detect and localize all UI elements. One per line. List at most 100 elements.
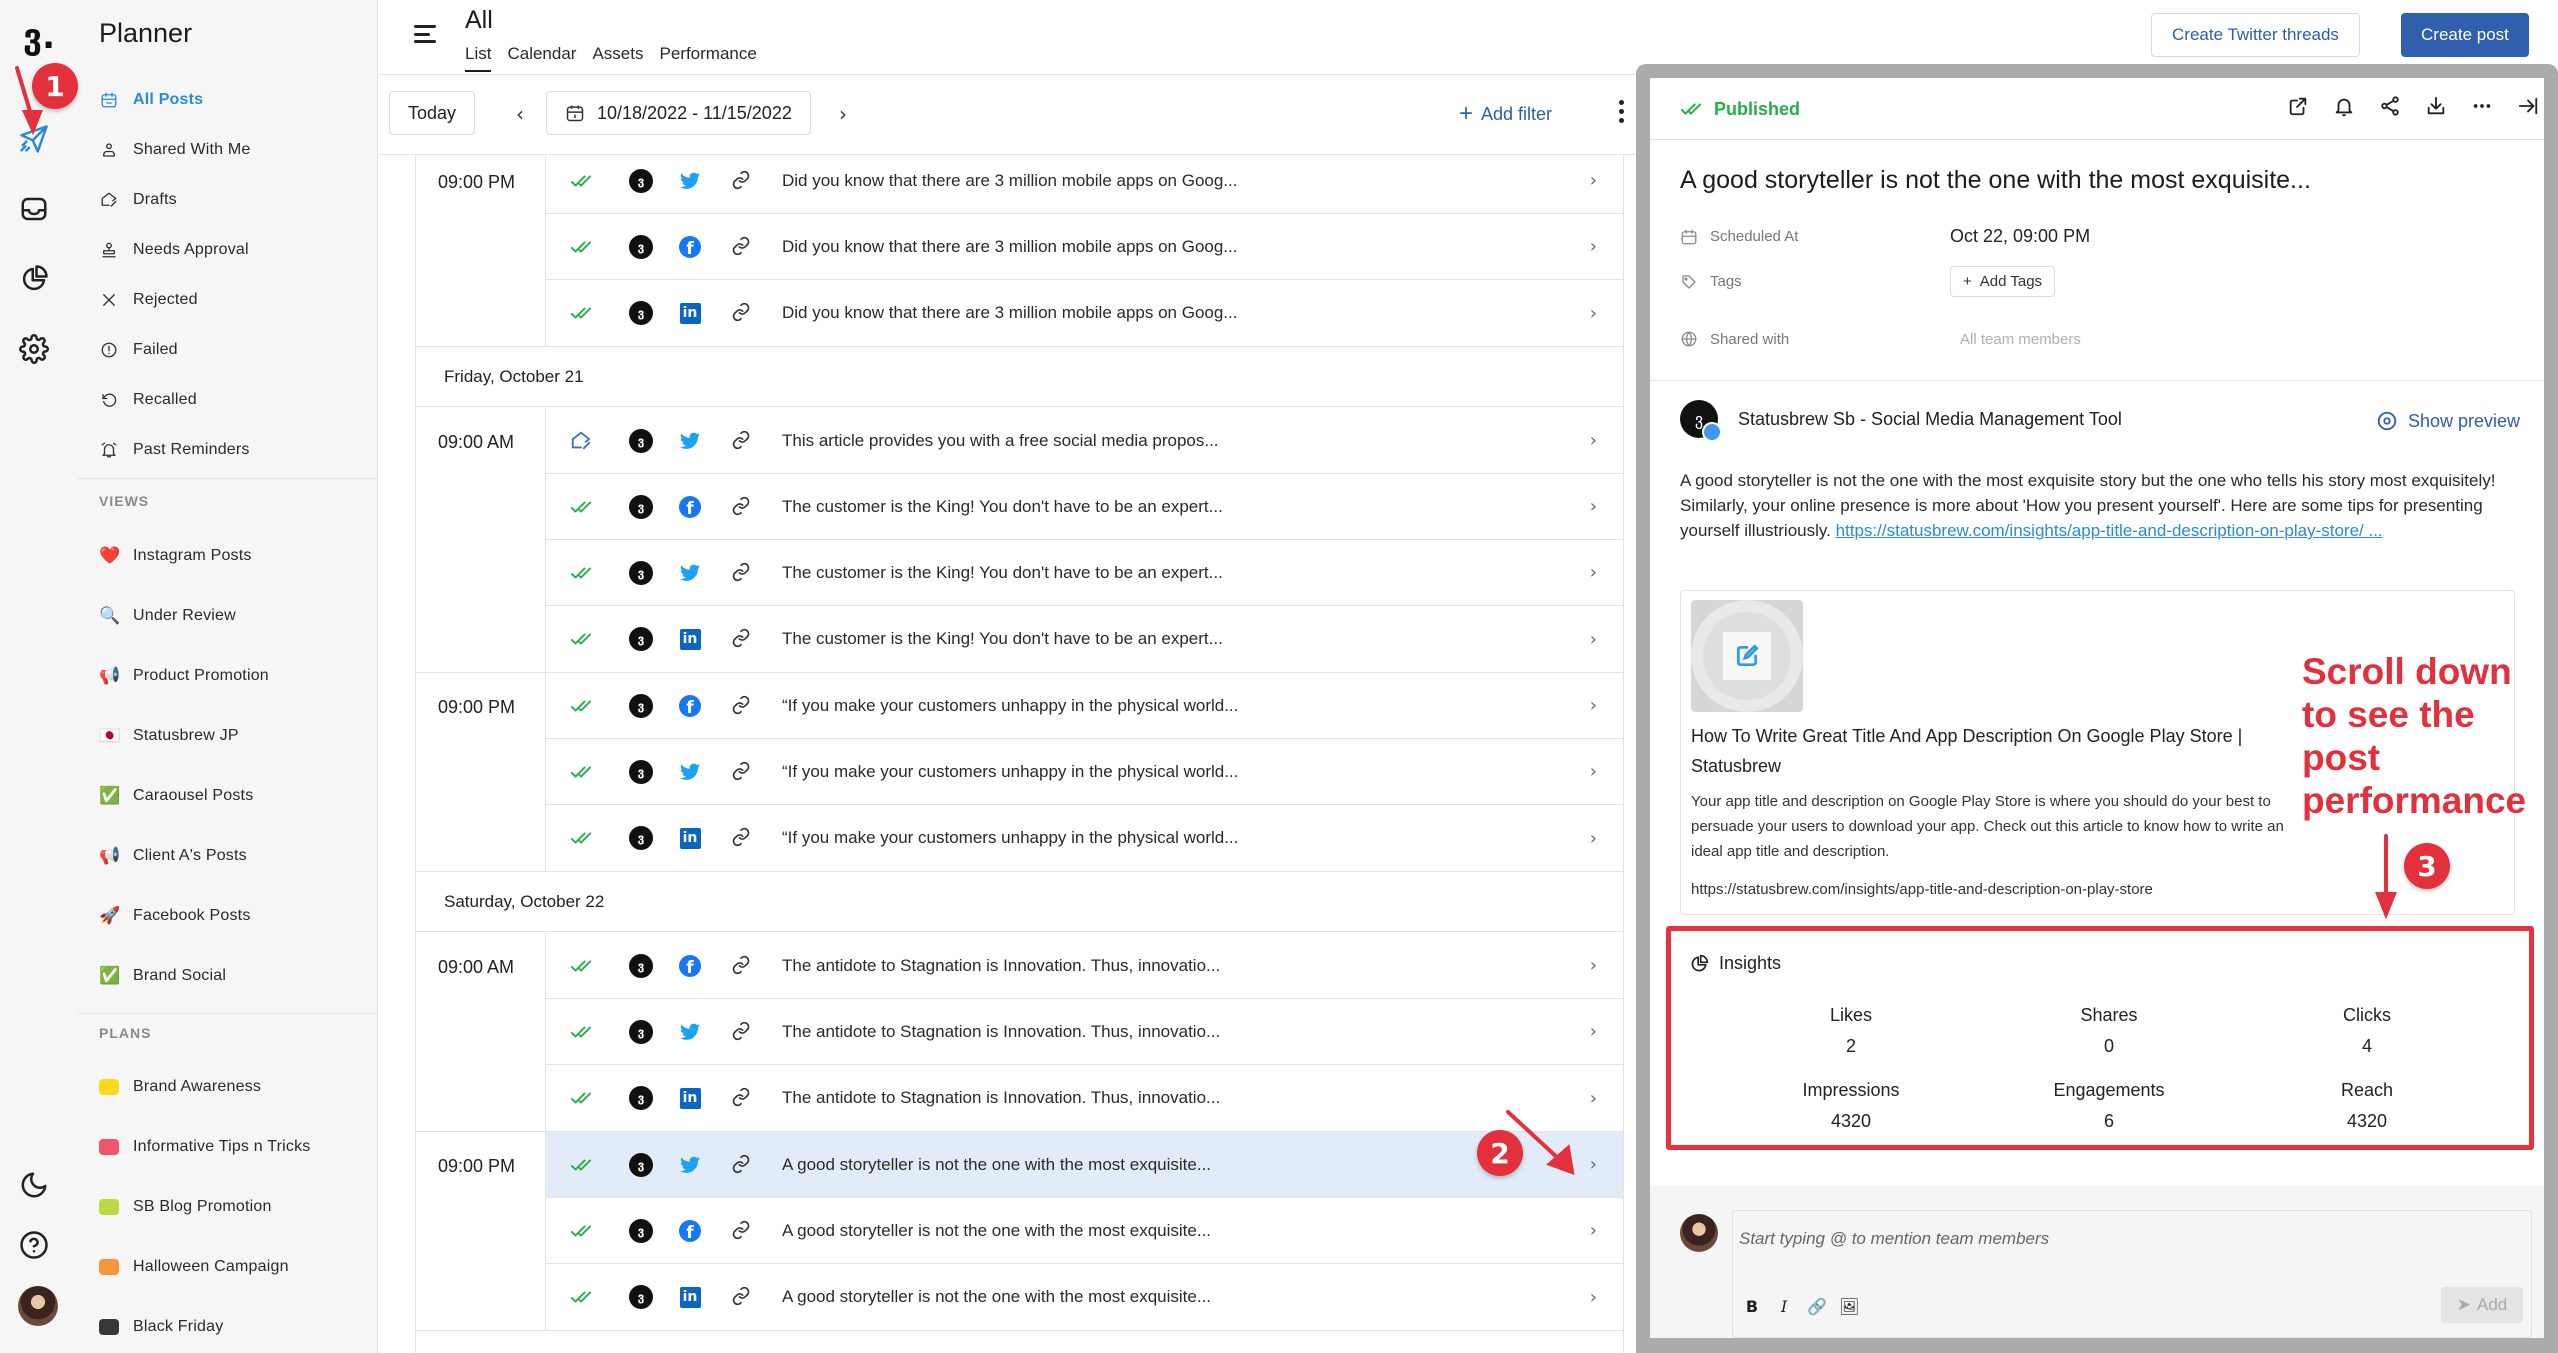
- post-row[interactable]: ვ f “If you make your customers unhappy in…: [546, 673, 1623, 739]
- logo-icon[interactable]: ვ.: [22, 17, 56, 57]
- chevron-right-icon[interactable]: ›: [1590, 629, 1597, 650]
- chevron-right-icon[interactable]: ›: [1590, 1287, 1597, 1308]
- post-row[interactable]: ვ in Did you know that there are 3 million…: [546, 280, 1623, 346]
- post-row[interactable]: ვ The customer is the King! You don't hav…: [546, 540, 1623, 606]
- post-row[interactable]: ვ in A good storyteller is not the one wit…: [546, 1264, 1623, 1330]
- post-row[interactable]: ვ f A good storyteller is not the one with…: [546, 1198, 1623, 1264]
- post-row[interactable]: ვ A good storyteller is not the one with …: [546, 1132, 1623, 1198]
- inbox-icon[interactable]: [17, 192, 51, 226]
- italic-icon[interactable]: I: [1775, 1297, 1793, 1316]
- chevron-right-icon[interactable]: ›: [1590, 496, 1597, 517]
- help-icon[interactable]: [17, 1228, 51, 1262]
- plan-item-sb-blog-promotion[interactable]: SB Blog Promotion: [99, 1192, 272, 1222]
- chevron-right-icon[interactable]: ›: [1590, 170, 1597, 191]
- post-row[interactable]: ვ f The antidote to Stagnation is Innovati…: [546, 933, 1623, 999]
- plan-item-brand-awareness[interactable]: Brand Awareness: [99, 1072, 261, 1102]
- menu-toggle-icon[interactable]: [414, 25, 436, 43]
- more-icon[interactable]: [2470, 94, 2494, 118]
- image-icon[interactable]: 🖼: [1839, 1297, 1859, 1316]
- scheduled-at-value: Oct 22, 09:00 PM: [1950, 226, 2091, 246]
- view-item-product-promotion[interactable]: 📢 Product Promotion: [99, 661, 269, 691]
- more-options-icon[interactable]: [1619, 100, 1625, 123]
- sidebar-item-all-posts[interactable]: All Posts: [99, 85, 203, 115]
- tab-assets[interactable]: Assets: [592, 44, 643, 72]
- settings-icon[interactable]: [17, 332, 51, 366]
- post-row[interactable]: ვ in The antidote to Stagnation is Innovat…: [546, 1065, 1623, 1131]
- chevron-right-icon[interactable]: ›: [1590, 828, 1597, 849]
- post-row[interactable]: ვ Did you know that there are 3 million m…: [546, 156, 1623, 214]
- moon-icon[interactable]: [17, 1168, 51, 1202]
- chevron-right-icon[interactable]: ›: [1590, 236, 1597, 257]
- chevron-right-icon[interactable]: ›: [1590, 1021, 1597, 1042]
- view-item-caraousel-posts[interactable]: ✅ Caraousel Posts: [99, 781, 253, 811]
- collapse-panel-icon[interactable]: [2516, 94, 2540, 118]
- post-row[interactable]: ვ in The customer is the King! You don't h…: [546, 606, 1623, 672]
- chevron-right-icon[interactable]: ›: [1590, 562, 1597, 583]
- tab-calendar[interactable]: Calendar: [507, 44, 576, 72]
- link-icon: [731, 955, 753, 977]
- link-icon[interactable]: 🔗: [1807, 1297, 1827, 1316]
- post-row[interactable]: ვ f The customer is the King! You don't ha…: [546, 474, 1623, 540]
- chevron-right-icon[interactable]: ›: [1590, 1088, 1597, 1109]
- add-filter-button[interactable]: + Add filter: [1459, 102, 1552, 126]
- post-row[interactable]: ვ The antidote to Stagnation is Innovatio…: [546, 999, 1623, 1065]
- tab-performance[interactable]: Performance: [660, 44, 757, 72]
- chevron-right-icon[interactable]: ›: [1590, 1154, 1597, 1175]
- send-icon[interactable]: [17, 122, 51, 156]
- analytics-icon[interactable]: [17, 262, 51, 296]
- shared-with-value[interactable]: All team members: [1950, 331, 2081, 348]
- chevron-right-icon[interactable]: ›: [1590, 761, 1597, 782]
- open-external-icon[interactable]: [2286, 94, 2310, 118]
- user-avatar[interactable]: [18, 1286, 58, 1326]
- plan-item-halloween-campaign[interactable]: Halloween Campaign: [99, 1252, 289, 1282]
- post-row[interactable]: ვ in “If you make your customers unhappy i…: [546, 805, 1623, 871]
- plan-item-black-friday[interactable]: Black Friday: [99, 1312, 223, 1342]
- previous-range-button[interactable]: ‹: [516, 102, 524, 126]
- chevron-right-icon[interactable]: ›: [1590, 430, 1597, 451]
- date-range-picker[interactable]: 10/18/2022 - 11/15/2022: [546, 91, 811, 135]
- view-item-client-a-posts[interactable]: 📢 Client A's Posts: [99, 841, 247, 871]
- sidebar-item-past-reminders[interactable]: Past Reminders: [99, 435, 250, 465]
- create-twitter-threads-button[interactable]: Create Twitter threads: [2151, 13, 2360, 57]
- chevron-right-icon[interactable]: ›: [1590, 1220, 1597, 1241]
- view-item-under-review[interactable]: 🔍 Under Review: [99, 601, 236, 631]
- plan-item-label: Informative Tips n Tricks: [133, 1138, 311, 1155]
- plan-item-informative-tips[interactable]: Informative Tips n Tricks: [99, 1132, 311, 1162]
- view-item-instagram-posts[interactable]: ❤️ Instagram Posts: [99, 541, 252, 571]
- post-row[interactable]: ვ f Did you know that there are 3 million …: [546, 214, 1623, 280]
- chevron-right-icon[interactable]: ›: [1590, 303, 1597, 324]
- comment-input[interactable]: [1739, 1219, 2519, 1259]
- twitter-icon: [679, 761, 701, 783]
- add-tags-button[interactable]: + Add Tags: [1950, 266, 2056, 297]
- bell-icon[interactable]: [2332, 94, 2356, 118]
- tab-list[interactable]: List: [465, 44, 492, 72]
- share-icon[interactable]: [2378, 94, 2402, 118]
- sidebar-item-label: Rejected: [133, 291, 198, 308]
- post-body-link[interactable]: https://statusbrew.com/insights/app-titl…: [1836, 521, 2383, 540]
- today-button[interactable]: Today: [389, 91, 476, 135]
- show-preview-button[interactable]: Show preview: [2376, 410, 2520, 432]
- sidebar-item-failed[interactable]: Failed: [99, 335, 178, 365]
- view-item-facebook-posts[interactable]: 🚀 Facebook Posts: [99, 901, 251, 931]
- bold-icon[interactable]: B: [1743, 1297, 1761, 1316]
- download-icon[interactable]: [2424, 94, 2448, 118]
- sidebar-item-recalled[interactable]: Recalled: [99, 385, 197, 415]
- create-post-button[interactable]: Create post: [2401, 13, 2529, 57]
- sidebar-item-drafts[interactable]: Drafts: [99, 185, 177, 215]
- add-comment-button[interactable]: ➤ Add: [2441, 1287, 2523, 1323]
- chevron-right-icon[interactable]: ›: [1590, 955, 1597, 976]
- sidebar-item-shared-with-me[interactable]: Shared With Me: [99, 135, 251, 165]
- view-item-brand-social[interactable]: ✅ Brand Social: [99, 961, 226, 991]
- sidebar-item-needs-approval[interactable]: Needs Approval: [99, 235, 249, 265]
- next-range-button[interactable]: ›: [839, 102, 847, 126]
- rocket-icon: 🚀: [99, 906, 121, 926]
- megaphone-icon: 📢: [99, 666, 121, 686]
- sidebar-item-rejected[interactable]: Rejected: [99, 285, 198, 315]
- post-row[interactable]: ვ “If you make your customers unhappy in …: [546, 739, 1623, 805]
- link-icon: [731, 827, 753, 849]
- link-icon: [731, 695, 753, 717]
- post-row[interactable]: ვ This article provides you with a free s…: [546, 408, 1623, 474]
- view-item-statusbrew-jp[interactable]: 🇯🇵 Statusbrew JP: [99, 721, 239, 751]
- edit-icon: [1736, 644, 1759, 667]
- chevron-right-icon[interactable]: ›: [1590, 695, 1597, 716]
